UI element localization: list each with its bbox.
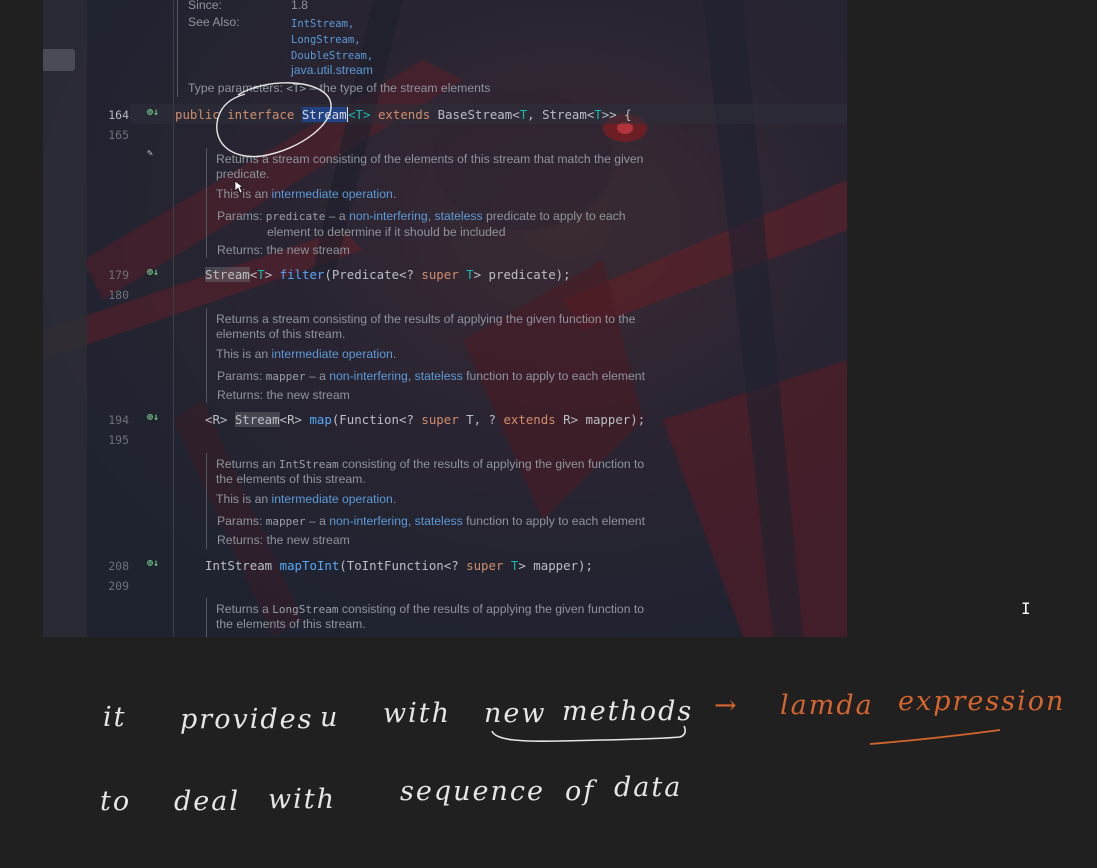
handwriting-word: methods bbox=[562, 696, 694, 727]
handwriting-word: with bbox=[268, 784, 336, 815]
handwriting-word: data bbox=[614, 772, 683, 803]
handwriting-word: to bbox=[100, 786, 132, 817]
handwriting-word: sequence bbox=[400, 776, 545, 807]
annotation-strokes bbox=[216, 82, 1001, 745]
orange-underline-annotation bbox=[869, 729, 1001, 745]
handwriting-word: with bbox=[383, 698, 451, 729]
handwriting-word: u bbox=[320, 702, 340, 733]
arrow-icon: → bbox=[714, 690, 739, 721]
text-cursor-icon: I bbox=[1021, 599, 1031, 618]
handwriting-word-orange: lamda bbox=[780, 690, 874, 721]
handwriting-word: of bbox=[565, 776, 596, 807]
handwriting-word: it bbox=[103, 702, 127, 733]
circle-annotation bbox=[216, 82, 332, 158]
handwriting-word-orange: expression bbox=[898, 686, 1066, 717]
handwriting-word: new bbox=[484, 698, 547, 729]
handwriting-word: provides bbox=[180, 704, 314, 735]
handwriting-word: deal bbox=[174, 786, 240, 817]
mouse-pointer-icon bbox=[234, 180, 244, 199]
screen: Since: 1.8 See Also: IntStream, LongStre… bbox=[0, 0, 1097, 868]
